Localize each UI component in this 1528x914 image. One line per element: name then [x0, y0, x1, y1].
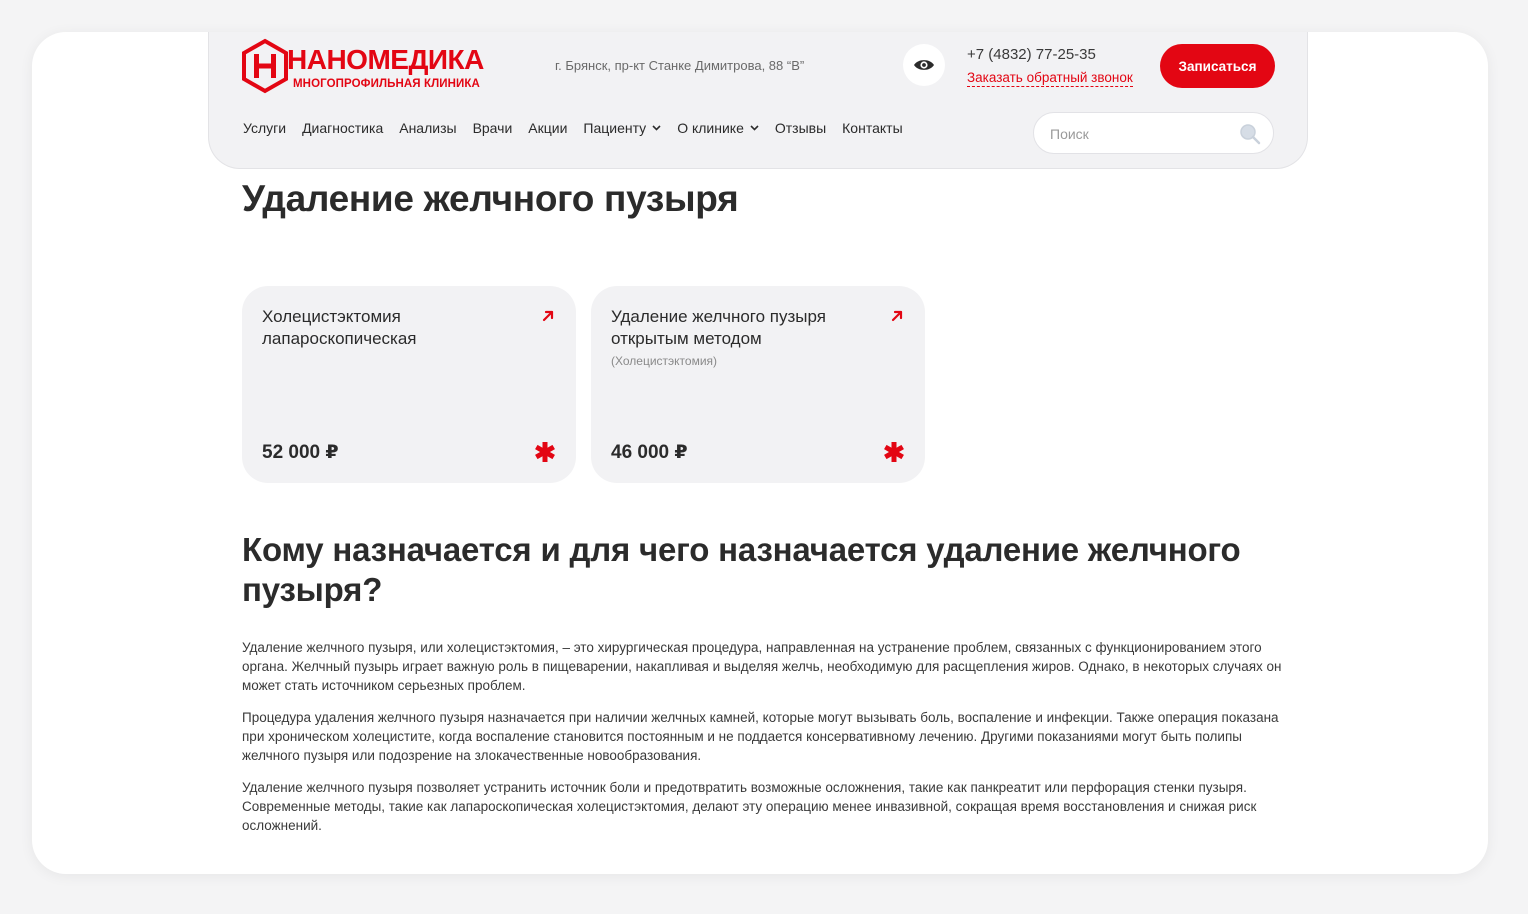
nav-item-reviews[interactable]: Отзывы [775, 120, 826, 136]
logo-hexagon-icon [242, 38, 288, 94]
page-title: Удаление желчного пузыря [242, 178, 739, 219]
logo[interactable]: НАНОМЕДИКА многопрофильная клиника [241, 38, 501, 94]
nav-item-label: Отзывы [774, 120, 827, 136]
nav-item-label: О клинике [677, 120, 744, 136]
page-frame: НАНОМЕДИКА многопрофильная клиника г. Бр… [32, 32, 1488, 874]
eye-icon [914, 60, 934, 70]
paragraph: Процедура удаления желчного пузыря назна… [242, 710, 1279, 763]
card-title: Холецистэктомия лапароскопическая [262, 307, 417, 348]
card-title: Удаление желчного пузыря открытым методо… [611, 307, 826, 348]
card-note: (Холецистэктомия) [611, 354, 718, 368]
paragraph: Удаление желчного пузыря позволяет устра… [242, 780, 1257, 833]
nav-item-label: Врачи [472, 120, 513, 136]
nav-item-contacts[interactable]: Контакты [842, 120, 902, 136]
nav-item-services[interactable]: Услуги [243, 120, 286, 136]
search-input[interactable] [1048, 123, 1232, 145]
nav-item-label: Акции [528, 120, 568, 136]
nav-item-patients[interactable]: Пациенту [583, 120, 661, 136]
clinic-address: г. Брянск, пр-кт Станке Димитрова, 88 “В… [555, 58, 805, 73]
nav-item-label: Анализы [399, 120, 457, 136]
chevron-down-icon [652, 125, 661, 131]
card-price: 52 000 ₽ [262, 442, 339, 463]
logo-tagline: многопрофильная клиника [293, 78, 480, 90]
nav-item-doctors[interactable]: Врачи [473, 120, 513, 136]
arrow-up-right-icon [542, 310, 554, 322]
nav-item-diagnostics[interactable]: Диагностика [302, 120, 383, 136]
accessibility-button[interactable] [903, 44, 945, 86]
service-card[interactable]: Удаление желчного пузыря открытым методо… [591, 286, 925, 483]
callback-link[interactable]: Заказать обратный звонок [967, 70, 1133, 87]
nav-item-promotions[interactable]: Акции [528, 120, 567, 136]
nav-item-label: Пациенту [583, 120, 647, 136]
site-header: НАНОМЕДИКА многопрофильная клиника г. Бр… [208, 32, 1308, 169]
arrow-up-right-icon [891, 310, 903, 322]
main-nav: Услуги Диагностика Анализы Врачи Акции П… [243, 120, 919, 136]
asterisk-icon [535, 442, 555, 462]
chevron-down-icon [750, 125, 759, 131]
phone-number[interactable]: +7 (4832) 77-25-35 [967, 46, 1096, 63]
nav-item-label: Контакты [842, 120, 903, 136]
nav-item-label: Диагностика [302, 120, 384, 136]
section-title: Кому назначается и для чего назначается … [242, 531, 1241, 608]
logo-name: НАНОМЕДИКА [287, 44, 484, 75]
asterisk-icon [884, 442, 904, 462]
card-price: 46 000 ₽ [611, 442, 688, 463]
paragraph: Удаление желчного пузыря, или холецистэк… [242, 640, 1282, 693]
nav-item-label: Услуги [243, 120, 287, 136]
nav-item-about[interactable]: О клинике [677, 120, 759, 136]
signup-button[interactable]: Записаться [1160, 44, 1275, 88]
nav-item-tests[interactable]: Анализы [399, 120, 456, 136]
search-icon[interactable] [1239, 123, 1261, 145]
service-card[interactable]: Холецистэктомия лапароскопическая 52 000… [242, 286, 576, 483]
search-box [1033, 112, 1274, 154]
